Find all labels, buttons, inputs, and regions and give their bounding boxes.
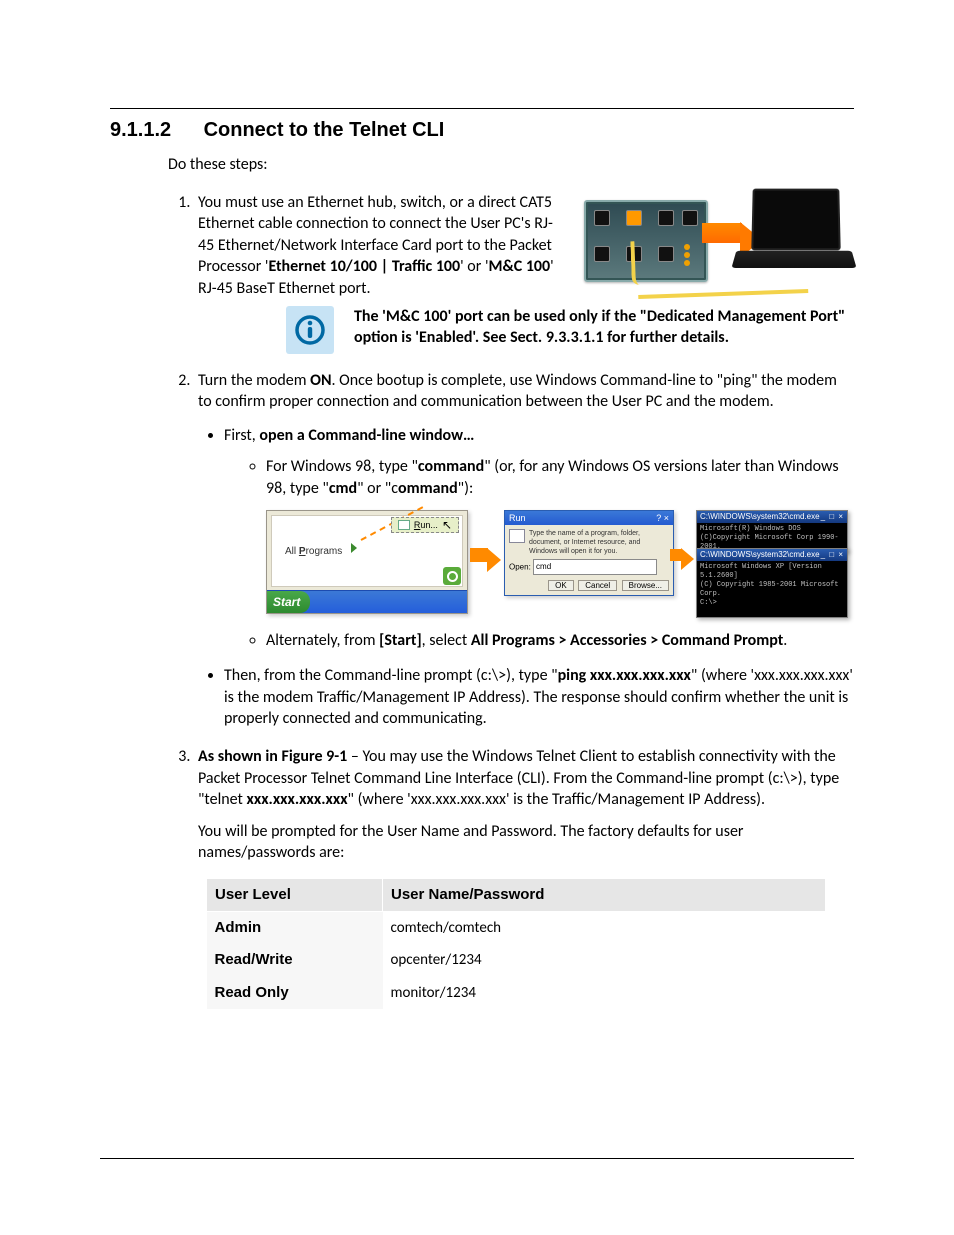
step2-sub-1: For Windows 98, type "command" (or, for … — [266, 456, 854, 617]
cancel-button-icon: Cancel — [578, 580, 617, 591]
table-row: Read/Write opcenter/1234 — [207, 944, 826, 976]
commandline-figure: All Programs Run... ↖ — [266, 510, 846, 618]
section-title: Connect to the Telnet CLI — [204, 119, 445, 141]
arrow-icon — [670, 548, 694, 570]
step2-sub-2: Alternately, from [Start], select All Pr… — [266, 630, 854, 652]
run-dialog-icon: Run? × Type the name of a program, folde… — [504, 510, 674, 596]
info-icon — [286, 306, 334, 354]
top-divider — [110, 108, 854, 109]
table-header-level: User Level — [207, 878, 383, 911]
connection-figure — [584, 188, 854, 298]
browse-button-icon: Browse... — [622, 580, 669, 591]
laptop-icon — [734, 188, 854, 288]
step-2: Turn the modem ON. Once bootup is comple… — [194, 370, 854, 730]
note-block: The 'M&C 100' port can be used only if t… — [286, 306, 854, 354]
bottom-divider — [100, 1158, 854, 1159]
table-row: Read Only monitor/1234 — [207, 977, 826, 1009]
arrow-icon — [470, 548, 501, 572]
credentials-table: User Level User Name/Password Admin comt… — [206, 878, 826, 1009]
run-open-input — [533, 559, 657, 575]
step-1-text: You must use an Ethernet hub, switch, or… — [198, 192, 566, 300]
intro-text: Do these steps: — [168, 154, 854, 176]
section-number: 9.1.1.2 — [110, 117, 198, 144]
step-1: You must use an Ethernet hub, switch, or… — [194, 192, 854, 354]
run-menu-item: Run... ↖ — [391, 517, 459, 533]
start-button-icon: Start — [267, 591, 310, 613]
step2-bullet-2: Then, from the Command-line prompt (c:\>… — [224, 665, 854, 730]
cmd-window-icon: C:\WINDOWS\system32\cmd.exe_ □ × Microso… — [696, 510, 848, 552]
step3-p2: You will be prompted for the User Name a… — [198, 821, 854, 864]
ok-button-icon: OK — [548, 580, 574, 591]
cmd-window-icon: C:\WINDOWS\system32\cmd.exe_ □ × Microso… — [696, 548, 848, 618]
section-heading: 9.1.1.2 Connect to the Telnet CLI — [110, 117, 854, 144]
start-menu-icon: All Programs Run... ↖ — [266, 510, 468, 614]
search-icon — [443, 567, 461, 585]
step-3: As shown in Figure 9-1 – You may use the… — [194, 746, 854, 1009]
taskbar-icon: Start — [267, 590, 467, 613]
document-page: 9.1.1.2 Connect to the Telnet CLI Do the… — [0, 0, 954, 1235]
table-header-cred: User Name/Password — [383, 878, 826, 911]
step2-bullet-1: First, open a Command-line window… For W… — [224, 425, 854, 651]
table-row: Admin comtech/comtech — [207, 912, 826, 945]
note-text: The 'M&C 100' port can be used only if t… — [354, 306, 854, 349]
steps-list: You must use an Ethernet hub, switch, or… — [168, 192, 854, 1009]
